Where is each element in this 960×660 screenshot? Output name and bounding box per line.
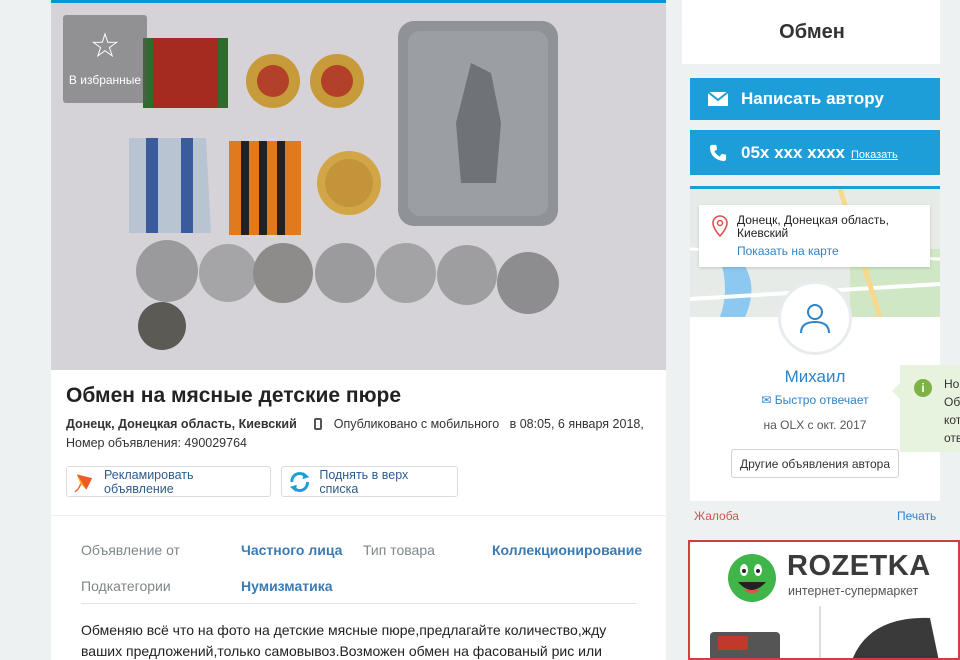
- notice-text: Но Об кот отв: [944, 375, 960, 447]
- seller-card: Донецк, Донецкая область, Киевский Показ…: [690, 186, 940, 501]
- show-phone-link[interactable]: Показать: [851, 149, 898, 161]
- banner-brand: ROZETKA: [787, 550, 931, 582]
- location-box: Донецк, Донецкая область, Киевский Показ…: [699, 205, 930, 267]
- attr-label-offer-from: Объявление от: [81, 542, 180, 558]
- fast-reply-label: Быстро отвечает: [774, 393, 869, 407]
- message-author-button[interactable]: Написать автору: [690, 78, 940, 120]
- show-on-map-link[interactable]: Показать на карте: [737, 244, 839, 258]
- star-icon: ☆: [89, 27, 121, 65]
- attr-label-item-type: Тип товара: [363, 542, 435, 558]
- ad-title: Обмен на мясные детские пюре: [66, 384, 402, 407]
- banner-products-image: [710, 606, 939, 658]
- favorites-label: В избранные: [68, 73, 142, 87]
- attr-label-subcategory: Подкатегории: [81, 578, 171, 594]
- exchange-text: Обмен: [779, 20, 845, 43]
- message-author-label: Написать автору: [741, 89, 884, 108]
- phone-icon: [709, 144, 727, 161]
- envelope-icon: [707, 91, 729, 106]
- tab-notch: [668, 0, 682, 64]
- attributes-divider: [81, 603, 636, 604]
- ad-number: Номер объявления: 490029764: [66, 436, 247, 450]
- smiley-logo-icon: [728, 554, 776, 602]
- user-icon: [800, 304, 830, 334]
- refresh-icon: [289, 471, 310, 492]
- mobile-phone-icon: [314, 418, 323, 430]
- other-ads-button[interactable]: Другие объявления автора: [731, 449, 899, 478]
- raise-ad-button[interactable]: Поднять в верх списка: [281, 466, 458, 497]
- banner-tagline: интернет-супермаркет: [788, 584, 919, 598]
- ad-photo[interactable]: ☆ В избранные: [51, 3, 666, 370]
- raise-ad-label: Поднять в верх списка: [319, 467, 409, 496]
- info-icon: i: [914, 379, 932, 397]
- fast-mail-icon: ✉: [761, 393, 772, 407]
- notice-line: кот: [944, 413, 960, 427]
- complain-link[interactable]: Жалоба: [694, 509, 739, 523]
- rozetka-banner[interactable]: ROZETKA интернет-супермаркет: [688, 540, 960, 660]
- add-to-favorites-button[interactable]: ☆ В избранные: [63, 15, 147, 103]
- ad-description: Обменяю всё что на фото на детские мясны…: [81, 622, 607, 659]
- notice-line: Но: [944, 377, 960, 391]
- print-link[interactable]: Печать: [897, 509, 936, 523]
- kite-icon: [74, 473, 93, 492]
- notice-line: Об: [944, 395, 960, 409]
- notice-line: отв: [944, 431, 960, 445]
- location-pin-icon: [712, 215, 728, 237]
- ad-location: Донецк, Донецкая область, Киевский: [66, 417, 297, 431]
- ad-card: ☆ В избранные Обмен на мясные детские пю…: [51, 0, 666, 660]
- attr-value-item-type[interactable]: Коллекционирование: [492, 542, 642, 558]
- promote-ad-button[interactable]: Рекламировать объявление: [66, 466, 271, 497]
- published-via: Опубликовано с мобильного: [333, 417, 500, 431]
- info-notice: i Но Об кот отв: [892, 365, 960, 452]
- location-address: Донецк, Донецкая область, Киевский: [737, 213, 889, 240]
- promote-ad-label: Рекламировать объявление: [104, 467, 194, 496]
- seller-avatar[interactable]: [778, 281, 852, 355]
- price-exchange-label: Обмен: [668, 0, 940, 64]
- attr-value-offer-from[interactable]: Частного лица: [241, 542, 342, 558]
- ad-meta: Донецк, Донецкая область, Киевский Опубл…: [66, 417, 644, 431]
- phone-number: 05x xxx xxxx: [741, 142, 845, 162]
- section-divider: [51, 515, 666, 516]
- published-date: в 08:05, 6 января 2018,: [509, 417, 644, 431]
- attr-value-subcategory[interactable]: Нумизматика: [241, 578, 333, 594]
- phone-button[interactable]: 05x xxx xxxx Показать: [690, 130, 940, 175]
